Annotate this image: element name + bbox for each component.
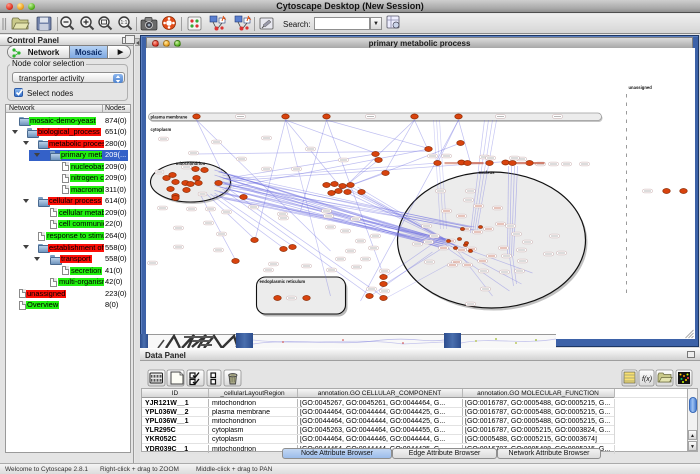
svg-text:f(x): f(x) xyxy=(642,376,652,383)
svg-text:1:1: 1:1 xyxy=(121,20,128,26)
